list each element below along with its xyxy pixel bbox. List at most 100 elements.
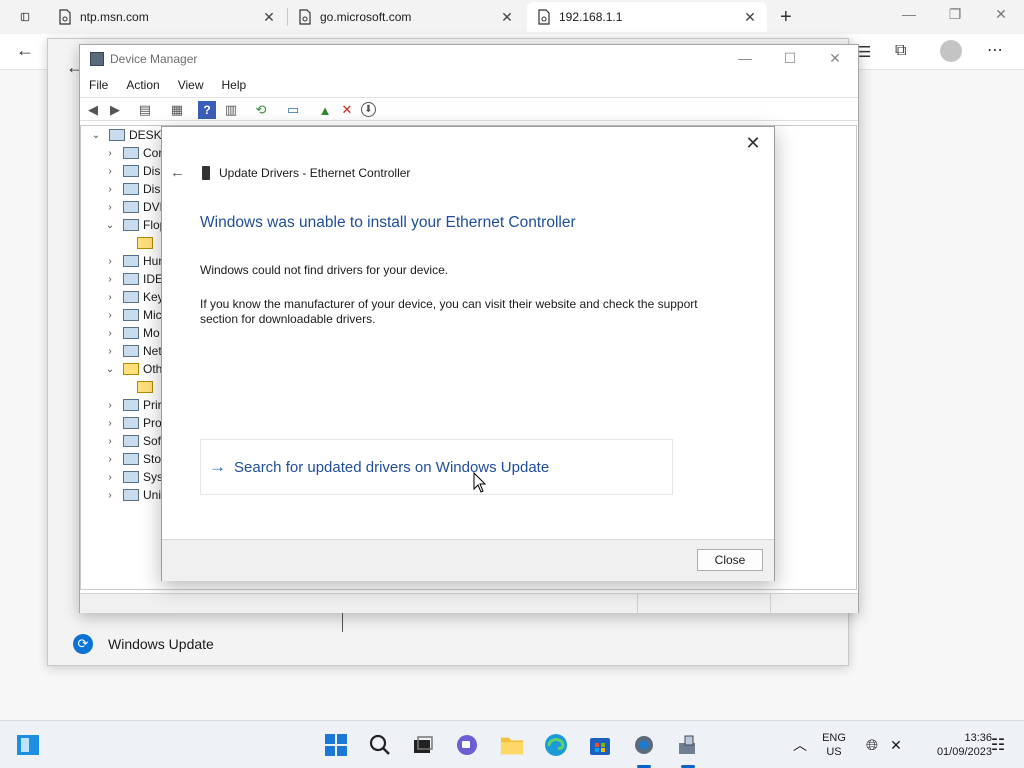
chevron-down-icon[interactable]: ⌄ (89, 130, 103, 141)
status-divider (637, 594, 638, 614)
tree-node[interactable]: › DVD (103, 198, 168, 216)
restore-button[interactable]: ❐ (940, 6, 970, 23)
tree-node[interactable]: › IDE (103, 270, 163, 288)
disable-device-icon[interactable]: ⬇ (361, 102, 376, 117)
tree-node-warning[interactable] (131, 234, 157, 252)
close-icon[interactable]: ✕ (743, 9, 757, 26)
back-arrow-icon[interactable]: ← (170, 164, 190, 181)
menu-view[interactable]: View (169, 75, 213, 95)
tree-node[interactable]: › Mic (103, 306, 161, 324)
tab-router[interactable]: 192.168.1.1 ✕ (527, 2, 767, 32)
menu-help[interactable]: Help (213, 75, 256, 95)
back-arrow-icon[interactable]: ◀ (84, 101, 102, 119)
settings-gear-icon[interactable] (632, 733, 656, 757)
device-category-icon (123, 435, 139, 447)
tree-node[interactable]: › Net (103, 342, 161, 360)
tab-actions-button[interactable] (10, 2, 40, 32)
menu-action[interactable]: Action (117, 75, 168, 95)
tree-node[interactable]: › Prir (103, 396, 161, 414)
tree-node[interactable]: ⌄ Oth (103, 360, 163, 378)
tree-node[interactable]: › Disk (103, 162, 166, 180)
chevron-right-icon[interactable]: › (103, 274, 117, 285)
maximize-button[interactable]: ☐ (775, 50, 805, 67)
console-tree-icon[interactable]: ▤ (136, 101, 154, 119)
minimize-button[interactable]: — (894, 6, 924, 22)
tab-go-microsoft[interactable]: go.microsoft.com ✕ (288, 2, 524, 32)
menu-file[interactable]: File (80, 75, 117, 95)
collections-icon[interactable]: ⧉ (895, 42, 906, 60)
language-indicator[interactable]: ENG US (815, 731, 853, 759)
chat-icon[interactable] (455, 733, 479, 757)
favorites-icon[interactable]: ☰ (858, 43, 871, 61)
tree-node[interactable]: › Mo (103, 324, 159, 342)
tree-node[interactable]: › Key (103, 288, 163, 306)
view-icon[interactable]: ▥ (222, 101, 240, 119)
search-icon[interactable] (368, 733, 392, 757)
notification-icon[interactable]: ☷ (986, 733, 1010, 757)
close-button[interactable]: ✕ (820, 50, 850, 67)
link-label: Search for updated drivers on Windows Up… (234, 458, 550, 476)
tree-node[interactable]: › Uni (103, 486, 161, 504)
chevron-right-icon[interactable]: › (103, 490, 117, 501)
dialog-close-icon[interactable]: ✕ (740, 133, 766, 155)
tree-node[interactable]: › Soft (103, 432, 164, 450)
close-icon[interactable]: ✕ (262, 9, 276, 26)
start-icon[interactable] (324, 733, 348, 757)
tree-node[interactable]: › Syst (103, 468, 166, 486)
widgets-icon[interactable] (16, 733, 40, 757)
tree-node[interactable]: › Pro (103, 414, 161, 432)
new-tab-button[interactable]: + (770, 2, 798, 32)
tree-node[interactable]: › Cor (103, 144, 162, 162)
chevron-right-icon[interactable]: › (103, 184, 117, 195)
forward-arrow-icon[interactable]: ▶ (106, 101, 124, 119)
chevron-right-icon[interactable]: › (103, 454, 117, 465)
search-windows-update-link[interactable]: → Search for updated drivers on Windows … (200, 439, 673, 495)
chevron-right-icon[interactable]: › (103, 166, 117, 177)
chevron-right-icon[interactable]: › (103, 292, 117, 303)
task-view-icon[interactable] (411, 733, 435, 757)
tree-node-warning[interactable] (131, 378, 157, 396)
chevron-right-icon[interactable]: › (103, 328, 117, 339)
properties-icon[interactable]: ▦ (168, 101, 186, 119)
file-explorer-icon[interactable] (500, 733, 524, 757)
tree-node[interactable]: › Disp (103, 180, 167, 198)
chevron-right-icon[interactable]: › (103, 436, 117, 447)
chevron-right-icon[interactable]: › (103, 346, 117, 357)
tree-node[interactable]: › Hun (103, 252, 165, 270)
chevron-right-icon[interactable]: › (103, 310, 117, 321)
enable-device-icon[interactable]: ▲ (316, 101, 334, 119)
store-icon[interactable] (588, 733, 612, 757)
chevron-down-icon[interactable]: ⌄ (103, 220, 117, 231)
chevron-right-icon[interactable]: › (103, 256, 117, 267)
chevron-right-icon[interactable]: › (103, 472, 117, 483)
mute-speaker-icon[interactable]: ✕ (884, 733, 908, 757)
device-category-icon (123, 489, 139, 501)
tree-node[interactable]: ⌄ Flop (103, 216, 167, 234)
clock[interactable]: 13:36 01/09/2023 (912, 731, 992, 759)
back-icon[interactable]: ← (16, 40, 34, 61)
chevron-right-icon[interactable]: › (103, 418, 117, 429)
chevron-up-icon[interactable]: ︿ (788, 733, 812, 757)
more-icon[interactable]: ⋯ (987, 40, 1003, 60)
close-window-button[interactable]: ✕ (986, 6, 1016, 23)
profile-avatar[interactable] (940, 40, 962, 62)
chevron-down-icon[interactable]: ⌄ (103, 364, 117, 375)
edge-browser-icon[interactable] (544, 733, 568, 757)
tab-msn[interactable]: ntp.msn.com ✕ (48, 2, 286, 32)
chevron-right-icon[interactable]: › (103, 202, 117, 213)
status-divider (770, 594, 771, 614)
device-category-icon (123, 417, 139, 429)
chevron-right-icon[interactable]: › (103, 400, 117, 411)
tree-node[interactable]: › Stor (103, 450, 165, 468)
globe-network-icon[interactable]: 🌐︎ (860, 733, 884, 757)
uninstall-icon[interactable]: ✕ (338, 101, 356, 119)
close-icon[interactable]: ✕ (500, 9, 514, 26)
help-icon[interactable]: ? (198, 101, 216, 119)
scan-hardware-icon[interactable]: ▭ (284, 101, 302, 119)
minimize-button[interactable]: — (730, 50, 760, 66)
update-driver-icon[interactable]: ⟲ (252, 101, 270, 119)
sidebar-item-windows-update[interactable]: ⟳ Windows Update (73, 634, 214, 654)
close-button[interactable]: Close (697, 549, 763, 571)
chevron-right-icon[interactable]: › (103, 148, 117, 159)
device-manager-taskbar-icon[interactable] (676, 733, 700, 757)
